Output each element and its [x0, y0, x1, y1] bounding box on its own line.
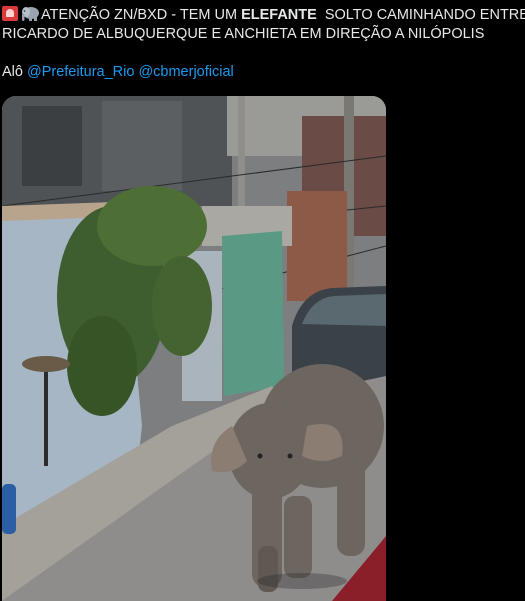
elephant-icon: [22, 7, 39, 21]
tweet-line-2: RICARDO DE ALBUQUERQUE E ANCHIETA EM DIR…: [2, 26, 485, 42]
mention-prefix: Alô: [2, 64, 27, 80]
elephant-street-photo: [2, 96, 386, 601]
tweet-photo[interactable]: [2, 96, 386, 601]
siren-icon: [2, 6, 18, 21]
tweet-line-1: ATENÇÃO ZN/BXD - TEM UM ELEFANTE SOLTO C…: [2, 6, 525, 25]
mention-prefeitura-link[interactable]: @Prefeitura_Rio: [27, 64, 134, 80]
tweet-line-1-prefix: ATENÇÃO ZN/BXD - TEM UM: [41, 7, 242, 23]
tweet-bold-word: ELEFANTE: [241, 7, 317, 23]
tweet-mentions: Alô @Prefeitura_Rio @cbmerjoficial: [2, 64, 234, 80]
mention-cbmerj-link[interactable]: @cbmerjoficial: [138, 64, 233, 80]
tweet-text: ATENÇÃO ZN/BXD - TEM UM ELEFANTE SOLTO C…: [2, 6, 525, 44]
tweet-line-1-suffix: SOLTO CAMINHANDO ENTRE: [316, 7, 525, 23]
